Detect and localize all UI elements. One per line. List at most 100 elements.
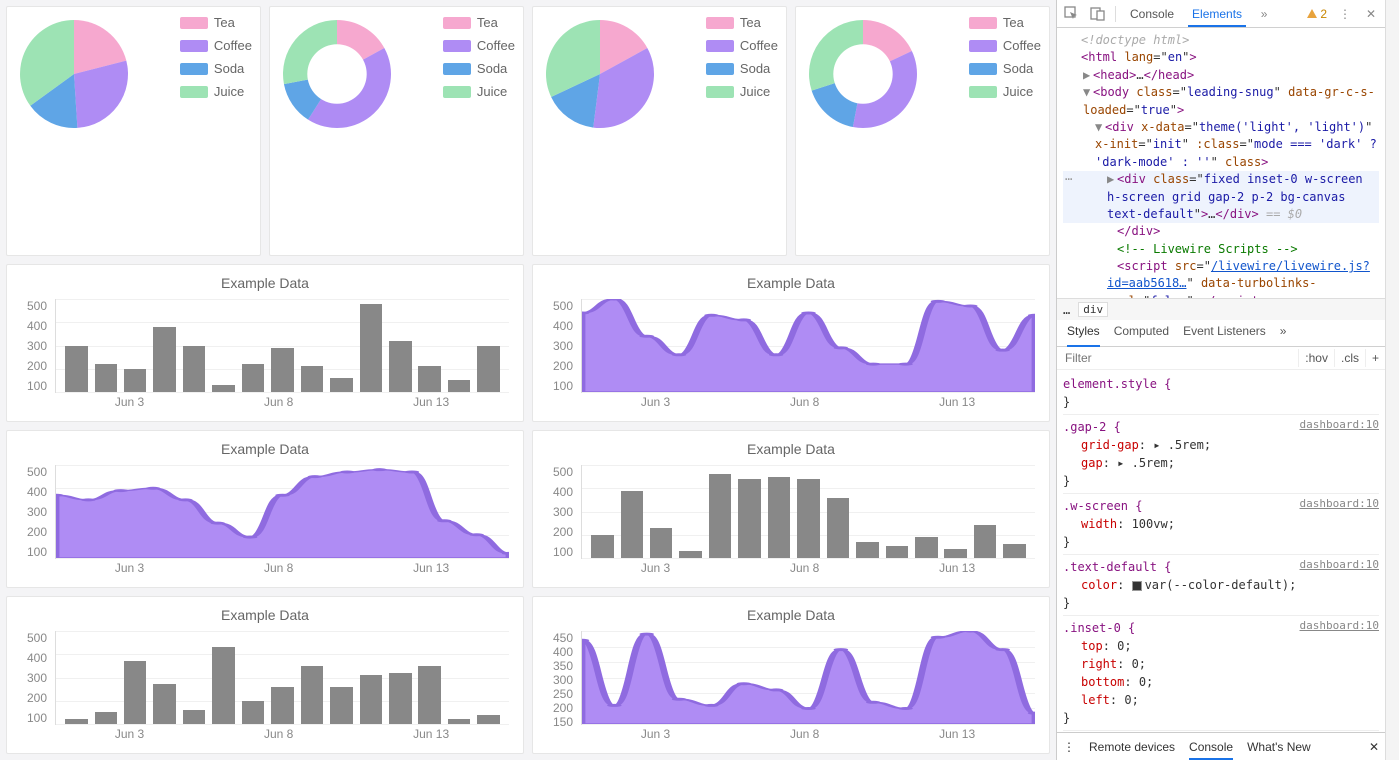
breadcrumb[interactable]: … div (1057, 298, 1385, 320)
drawer-tab-console[interactable]: Console (1189, 740, 1233, 760)
css-rule[interactable]: .text-default {dashboard:10color: var(--… (1063, 555, 1379, 616)
bar (709, 474, 732, 558)
kebab-menu-icon[interactable]: ⋮ (1337, 6, 1353, 22)
dom-line[interactable]: ▼<div x-data="theme('light', 'light')" x… (1063, 119, 1379, 171)
bar (1003, 544, 1026, 558)
styles-pane[interactable]: element.style {}.gap-2 {dashboard:10grid… (1057, 370, 1385, 732)
plot-area (581, 631, 1035, 725)
x-axis: Jun 3Jun 8Jun 13 (581, 561, 1035, 579)
y-axis: 450400350300250200150 (541, 631, 577, 725)
tab-elements[interactable]: Elements (1188, 7, 1246, 27)
hov-toggle[interactable]: :hov (1298, 349, 1334, 367)
close-icon[interactable]: ✕ (1363, 6, 1379, 22)
css-rule[interactable]: element.style {} (1063, 372, 1379, 415)
chart-title: Example Data (15, 441, 515, 457)
bar (448, 719, 471, 724)
legend-item[interactable]: Tea (969, 15, 1041, 30)
bar (448, 380, 471, 392)
dashboard-grid: Tea Coffee Soda Juice Tea Coffee Soda Juice Tea C… (0, 0, 1056, 760)
legend-item[interactable]: Soda (443, 61, 515, 76)
bar (153, 327, 176, 392)
bar (183, 710, 206, 724)
legend: Tea Coffee Soda Juice (969, 15, 1041, 99)
legend-item[interactable]: Juice (706, 84, 778, 99)
bar (827, 498, 850, 558)
bar (389, 341, 412, 392)
legend-item[interactable]: Juice (180, 84, 252, 99)
legend-item[interactable]: Tea (443, 15, 515, 30)
bar (944, 549, 967, 558)
dom-line[interactable]: ▶<head>…</head> (1063, 67, 1379, 84)
chart-title: Example Data (541, 441, 1041, 457)
bar-chart-card: Example Data500400300200100Jun 3Jun 8Jun… (532, 430, 1050, 588)
bar (153, 684, 176, 724)
legend-item[interactable]: Juice (969, 84, 1041, 99)
legend-item[interactable]: Juice (443, 84, 515, 99)
bar (797, 479, 820, 558)
drawer-menu-icon[interactable]: ⋮ (1063, 740, 1075, 754)
elements-dom-tree[interactable]: <!doctype html><html lang="en">▶<head>…<… (1057, 28, 1385, 298)
bar (95, 712, 118, 724)
legend-item[interactable]: Tea (180, 15, 252, 30)
chart-title: Example Data (15, 275, 515, 291)
dom-line[interactable]: <!doctype html> (1063, 32, 1379, 49)
css-rule[interactable]: .fixed {dashboard:10position: fixed;} (1063, 731, 1379, 732)
dom-line[interactable]: <script src="/livewire/livewire.js?id=aa… (1063, 258, 1379, 298)
css-rule[interactable]: .w-screen {dashboard:10width: 100vw;} (1063, 494, 1379, 555)
breadcrumb-item[interactable]: … (1063, 303, 1070, 317)
plot-area (55, 465, 509, 559)
x-axis: Jun 3Jun 8Jun 13 (55, 727, 509, 745)
drawer-tab-remote[interactable]: Remote devices (1089, 740, 1175, 754)
bar (679, 551, 702, 558)
css-rule[interactable]: .gap-2 {dashboard:10grid-gap: ▸ .5rem;ga… (1063, 415, 1379, 494)
devtools-drawer: ⋮ Remote devices Console What's New ✕ (1057, 732, 1385, 760)
bar (271, 687, 294, 724)
warning-badge[interactable]: 2 (1306, 7, 1327, 21)
legend-item[interactable]: Coffee (180, 38, 252, 53)
legend-item[interactable]: Soda (706, 61, 778, 76)
bar-chart-card: Example Data500400300200100Jun 3Jun 8Jun… (6, 596, 524, 754)
subtab-listeners[interactable]: Event Listeners (1183, 324, 1266, 342)
drawer-close-icon[interactable]: ✕ (1369, 740, 1379, 754)
devtools-panel: Console Elements » 2 ⋮ ✕ <!doctype html>… (1056, 0, 1385, 760)
dom-line[interactable]: <html lang="en"> (1063, 49, 1379, 66)
chart-title: Example Data (541, 607, 1041, 623)
warning-count: 2 (1320, 7, 1327, 21)
area-chart-card: Example Data500400300200100Jun 3Jun 8Jun… (532, 264, 1050, 422)
more-tabs-icon[interactable]: » (1256, 6, 1272, 22)
tab-console[interactable]: Console (1126, 7, 1178, 21)
css-rule[interactable]: .inset-0 {dashboard:10top: 0;right: 0;bo… (1063, 616, 1379, 731)
bar (242, 701, 265, 724)
legend-item[interactable]: Coffee (969, 38, 1041, 53)
bar (301, 366, 324, 392)
more-subtabs-icon[interactable]: » (1280, 324, 1287, 342)
subtab-computed[interactable]: Computed (1114, 324, 1169, 342)
legend-item[interactable]: Coffee (443, 38, 515, 53)
legend-item[interactable]: Soda (969, 61, 1041, 76)
legend: Tea Coffee Soda Juice (706, 15, 778, 99)
dom-line[interactable]: ⋯▶<div class="fixed inset-0 w-screen h-s… (1063, 171, 1379, 223)
bar (389, 673, 412, 724)
bar (124, 369, 147, 392)
subtab-styles[interactable]: Styles (1067, 324, 1100, 347)
legend-item[interactable]: Soda (180, 61, 252, 76)
plot-area (55, 299, 509, 393)
cls-toggle[interactable]: .cls (1334, 349, 1365, 367)
dom-line[interactable]: <!-- Livewire Scripts --> (1063, 241, 1379, 258)
dom-line[interactable]: </div> (1063, 223, 1379, 240)
device-toggle-icon[interactable] (1089, 6, 1105, 22)
drawer-tab-whatsnew[interactable]: What's New (1247, 740, 1311, 754)
scroll-bar[interactable] (1385, 0, 1399, 760)
bar (738, 479, 761, 558)
inspect-icon[interactable] (1063, 6, 1079, 22)
legend-item[interactable]: Coffee (706, 38, 778, 53)
add-rule-icon[interactable]: + (1365, 349, 1385, 367)
styles-filter-input[interactable] (1057, 347, 1298, 369)
plot-area (581, 299, 1035, 393)
dom-line[interactable]: ▼<body class="leading-snug" data-gr-c-s-… (1063, 84, 1379, 119)
legend-item[interactable]: Tea (706, 15, 778, 30)
bar (95, 364, 118, 392)
x-axis: Jun 3Jun 8Jun 13 (55, 395, 509, 413)
plot-area (55, 631, 509, 725)
breadcrumb-item[interactable]: div (1078, 302, 1108, 317)
